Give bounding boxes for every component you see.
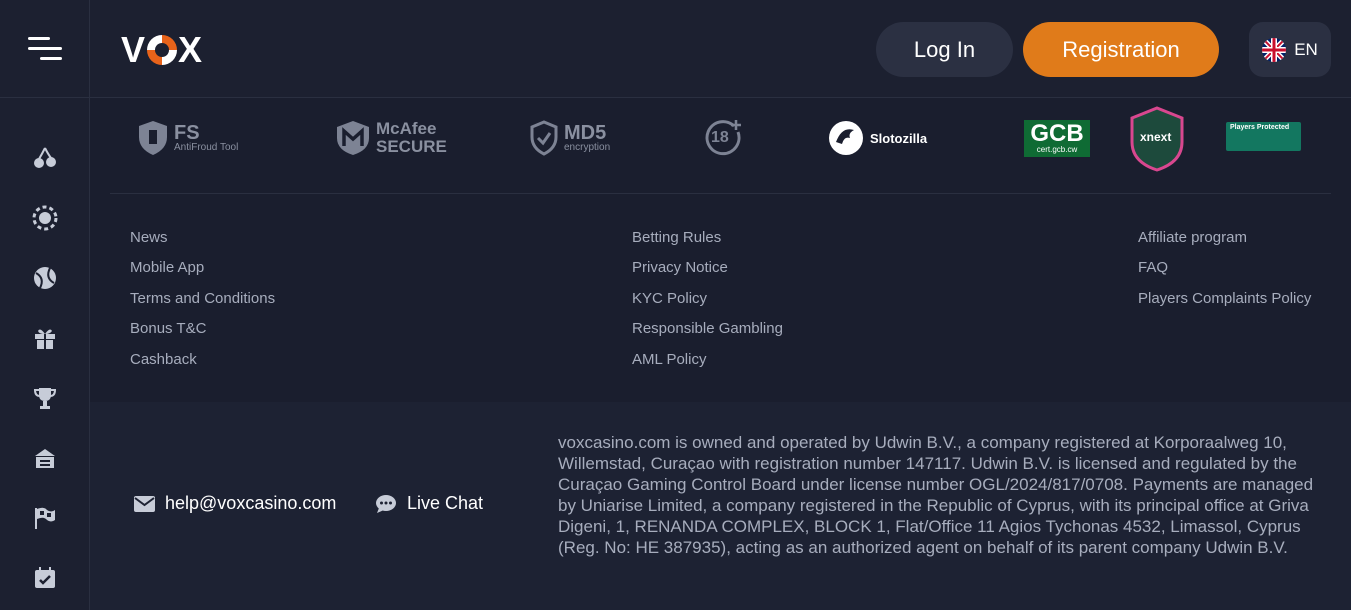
check-shield-icon: [530, 120, 558, 156]
header: V X Log In Registration EN: [0, 0, 1351, 98]
registration-button[interactable]: Registration: [1023, 22, 1219, 77]
link-bonus-tc[interactable]: Bonus T&C: [130, 320, 206, 337]
link-responsible-gambling[interactable]: Responsible Gambling: [632, 320, 783, 337]
link-faq[interactable]: FAQ: [1138, 259, 1168, 276]
md5-subtitle: encryption: [564, 141, 611, 153]
link-kyc-policy[interactable]: KYC Policy: [632, 290, 707, 307]
slotozilla-label: Slotozilla: [870, 130, 928, 146]
menu-button[interactable]: [0, 0, 90, 98]
envelope-icon: [134, 495, 155, 512]
link-betting-rules[interactable]: Betting Rules: [632, 229, 721, 246]
link-news[interactable]: News: [130, 229, 168, 246]
slotozilla-badge: Slotozilla: [828, 120, 927, 156]
calendar-icon[interactable]: [30, 563, 60, 593]
age-18-badge: 18: [704, 118, 744, 158]
chat-bubble-icon: [376, 494, 396, 513]
language-label: EN: [1294, 39, 1318, 59]
casino-icon[interactable]: [30, 443, 60, 473]
vox-logo[interactable]: V X: [121, 29, 204, 70]
players-protected-label: Players Protected: [1230, 124, 1290, 131]
chip-icon[interactable]: [30, 203, 60, 233]
logo-letter-v: V: [121, 29, 147, 70]
slotozilla-logo-icon: [829, 121, 863, 155]
logo-letter-x: X: [178, 29, 204, 70]
fs-subtitle: AntiFroud Tool: [174, 141, 239, 153]
cherries-icon[interactable]: [30, 143, 60, 173]
gcb-subtitle: cert.gcb.cw: [1036, 145, 1078, 154]
race-flag-icon[interactable]: [30, 503, 60, 533]
link-aml-policy[interactable]: AML Policy: [632, 351, 706, 368]
uk-flag-icon: [1262, 37, 1287, 62]
shield-icon: [139, 121, 167, 155]
live-chat-label: Live Chat: [407, 493, 484, 513]
login-button[interactable]: Log In: [876, 22, 1013, 77]
ball-icon[interactable]: [30, 263, 60, 293]
trophy-icon[interactable]: [30, 383, 60, 413]
gcb-title: GCB: [1030, 120, 1084, 147]
link-cashback[interactable]: Cashback: [130, 351, 197, 368]
email-address: help@voxcasino.com: [165, 493, 337, 513]
link-mobile-app[interactable]: Mobile App: [130, 259, 204, 276]
hamburger-icon: [27, 37, 62, 60]
email-contact[interactable]: help@voxcasino.com: [134, 493, 336, 514]
xnext-badge: xnext: [1130, 106, 1184, 172]
fs-antifraud-badge: FS AntiFroud Tool: [138, 120, 238, 156]
mcafee-line1: McAfee: [376, 119, 437, 138]
xnext-label: xnext: [1140, 130, 1172, 144]
sidebar: [0, 98, 90, 610]
mcafee-line2: SECURE: [376, 137, 447, 156]
link-terms-conditions[interactable]: Terms and Conditions: [130, 290, 275, 307]
age-label: 18: [711, 129, 729, 146]
link-privacy-notice[interactable]: Privacy Notice: [632, 259, 728, 276]
logo-chip-icon: [147, 35, 178, 65]
link-players-complaints-policy[interactable]: Players Complaints Policy: [1138, 290, 1311, 307]
gift-icon[interactable]: [30, 323, 60, 353]
mcafee-shield-icon: [337, 121, 369, 155]
mcafee-secure-badge: McAfee SECURE: [336, 120, 447, 156]
fs-title: FS: [174, 121, 200, 144]
live-chat-button[interactable]: Live Chat: [375, 493, 483, 514]
md5-encryption-badge: MD5 encryption: [530, 120, 610, 156]
partner-badges: FS AntiFroud Tool McAfee SECURE MD5 encr…: [110, 98, 1331, 194]
language-selector[interactable]: EN: [1249, 22, 1331, 77]
gcb-badge: GCB cert.gcb.cw: [1024, 120, 1090, 157]
legal-text: voxcasino.com is owned and operated by U…: [558, 433, 1314, 557]
link-affiliate-program[interactable]: Affiliate program: [1138, 229, 1247, 246]
md5-title: MD5: [564, 121, 607, 144]
players-protected-badge: Players Protected: [1226, 122, 1301, 151]
